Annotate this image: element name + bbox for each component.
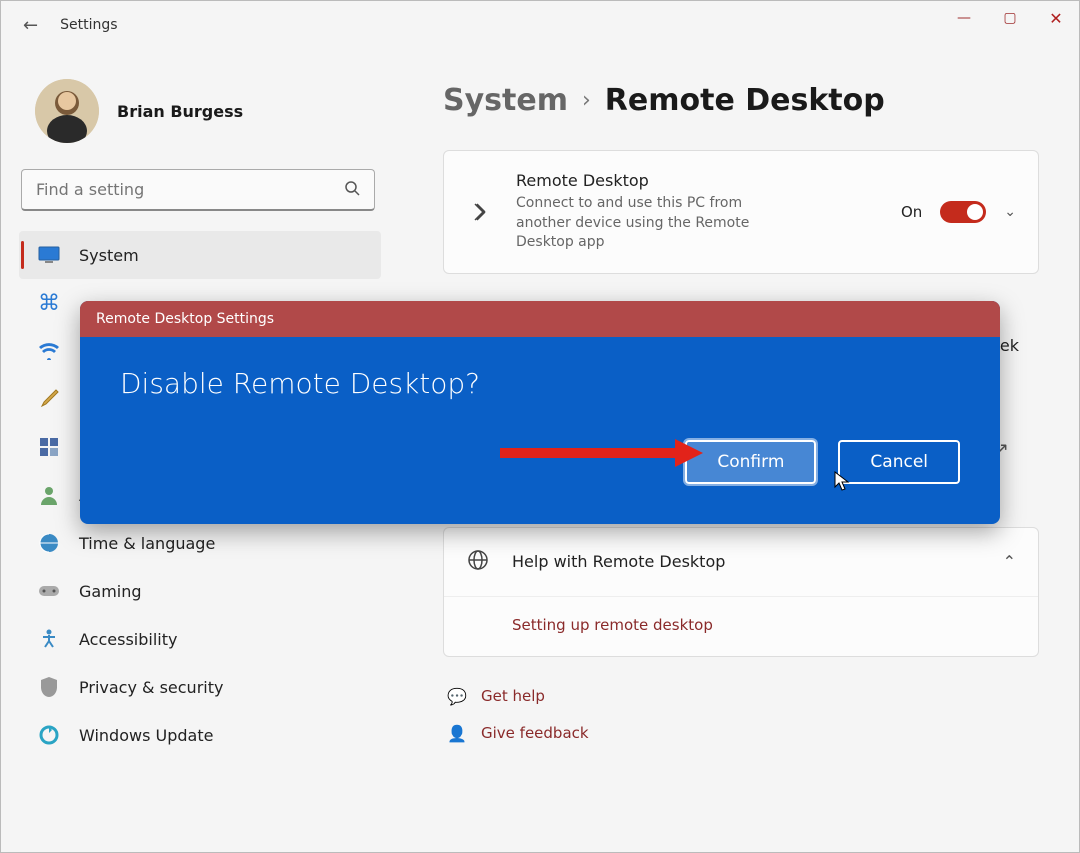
brush-icon [37, 387, 61, 411]
profile-name: Brian Burgess [117, 102, 243, 121]
sidebar-item-label: Windows Update [79, 726, 213, 745]
get-help-link[interactable]: 💬 Get help [447, 687, 1039, 706]
window-controls: — ▢ ✕ [941, 1, 1079, 35]
sidebar-item-system[interactable]: System [19, 231, 381, 279]
card-body: Remote Desktop Connect to and use this P… [516, 171, 879, 253]
sidebar-item-label: Privacy & security [79, 678, 223, 697]
search-input[interactable] [36, 180, 344, 199]
sidebar-item-privacy[interactable]: Privacy & security [19, 663, 381, 711]
confirm-button[interactable]: Confirm [685, 440, 816, 484]
apps-icon [37, 435, 61, 459]
minimize-button[interactable]: — [941, 1, 987, 35]
close-button[interactable]: ✕ [1033, 1, 1079, 35]
sidebar-item-label: System [79, 246, 139, 265]
dialog-titlebar: Remote Desktop Settings [80, 301, 1000, 337]
globe-clock-icon [37, 531, 61, 555]
dialog-body: Disable Remote Desktop? Confirm Cancel [80, 337, 1000, 524]
remote-desktop-card[interactable]: Remote Desktop Connect to and use this P… [443, 150, 1039, 274]
bottom-links: 💬 Get help 👤 Give feedback [443, 687, 1039, 743]
toggle-label: On [901, 203, 922, 221]
breadcrumb: System › Remote Desktop [443, 83, 1039, 118]
window-title: Settings [60, 17, 117, 33]
bluetooth-icon: ⌘ [37, 291, 61, 315]
maximize-button[interactable]: ▢ [987, 1, 1033, 35]
help-body: Setting up remote desktop [444, 596, 1038, 656]
help-card: Help with Remote Desktop ⌃ Setting up re… [443, 527, 1039, 657]
card-controls: On ⌄ [901, 201, 1016, 223]
get-help-label: Get help [481, 687, 545, 705]
profile[interactable]: Brian Burgess [19, 79, 381, 143]
monitor-icon [37, 243, 61, 267]
sidebar-item-label: Accessibility [79, 630, 177, 649]
chevron-right-icon: › [582, 88, 591, 113]
search-box[interactable] [21, 169, 375, 211]
dialog-message: Disable Remote Desktop? [120, 367, 960, 400]
breadcrumb-current: Remote Desktop [605, 83, 885, 118]
card-title: Remote Desktop [516, 171, 879, 190]
remote-desktop-icon [466, 200, 494, 224]
help-icon: 💬 [447, 687, 467, 706]
sidebar-item-time-language[interactable]: Time & language [19, 519, 381, 567]
back-button[interactable]: ← [13, 9, 48, 42]
sidebar-item-windows-update[interactable]: Windows Update [19, 711, 381, 759]
person-icon [37, 483, 61, 507]
chevron-down-icon[interactable]: ⌄ [1004, 204, 1016, 220]
feedback-icon: 👤 [447, 724, 467, 743]
remote-desktop-toggle[interactable] [940, 201, 986, 223]
sidebar-item-accessibility[interactable]: Accessibility [19, 615, 381, 663]
feedback-link[interactable]: 👤 Give feedback [447, 724, 1039, 743]
titlebar: ← Settings — ▢ ✕ [1, 1, 1079, 49]
avatar [35, 79, 99, 143]
shield-icon [37, 675, 61, 699]
sidebar-item-gaming[interactable]: Gaming [19, 567, 381, 615]
gamepad-icon [37, 579, 61, 603]
feedback-label: Give feedback [481, 724, 589, 742]
breadcrumb-parent[interactable]: System [443, 83, 568, 118]
wifi-icon [37, 339, 61, 363]
cancel-button[interactable]: Cancel [838, 440, 960, 484]
help-link-setup[interactable]: Setting up remote desktop [512, 616, 713, 634]
chevron-up-icon[interactable]: ⌃ [1003, 552, 1016, 571]
accessibility-icon [37, 627, 61, 651]
help-header[interactable]: Help with Remote Desktop ⌃ [444, 528, 1038, 596]
arrow-annotation [500, 448, 680, 458]
globe-icon [466, 548, 490, 576]
sidebar-item-label: Gaming [79, 582, 142, 601]
search-icon [344, 180, 360, 200]
card-description: Connect to and use this PC from another … [516, 194, 776, 253]
update-icon [37, 723, 61, 747]
settings-window: ← Settings — ▢ ✕ Brian Burgess [0, 0, 1080, 853]
confirm-dialog: Remote Desktop Settings Disable Remote D… [80, 301, 1000, 524]
cursor-icon [834, 471, 850, 496]
sidebar-item-label: Time & language [79, 534, 215, 553]
help-title: Help with Remote Desktop [512, 552, 981, 571]
